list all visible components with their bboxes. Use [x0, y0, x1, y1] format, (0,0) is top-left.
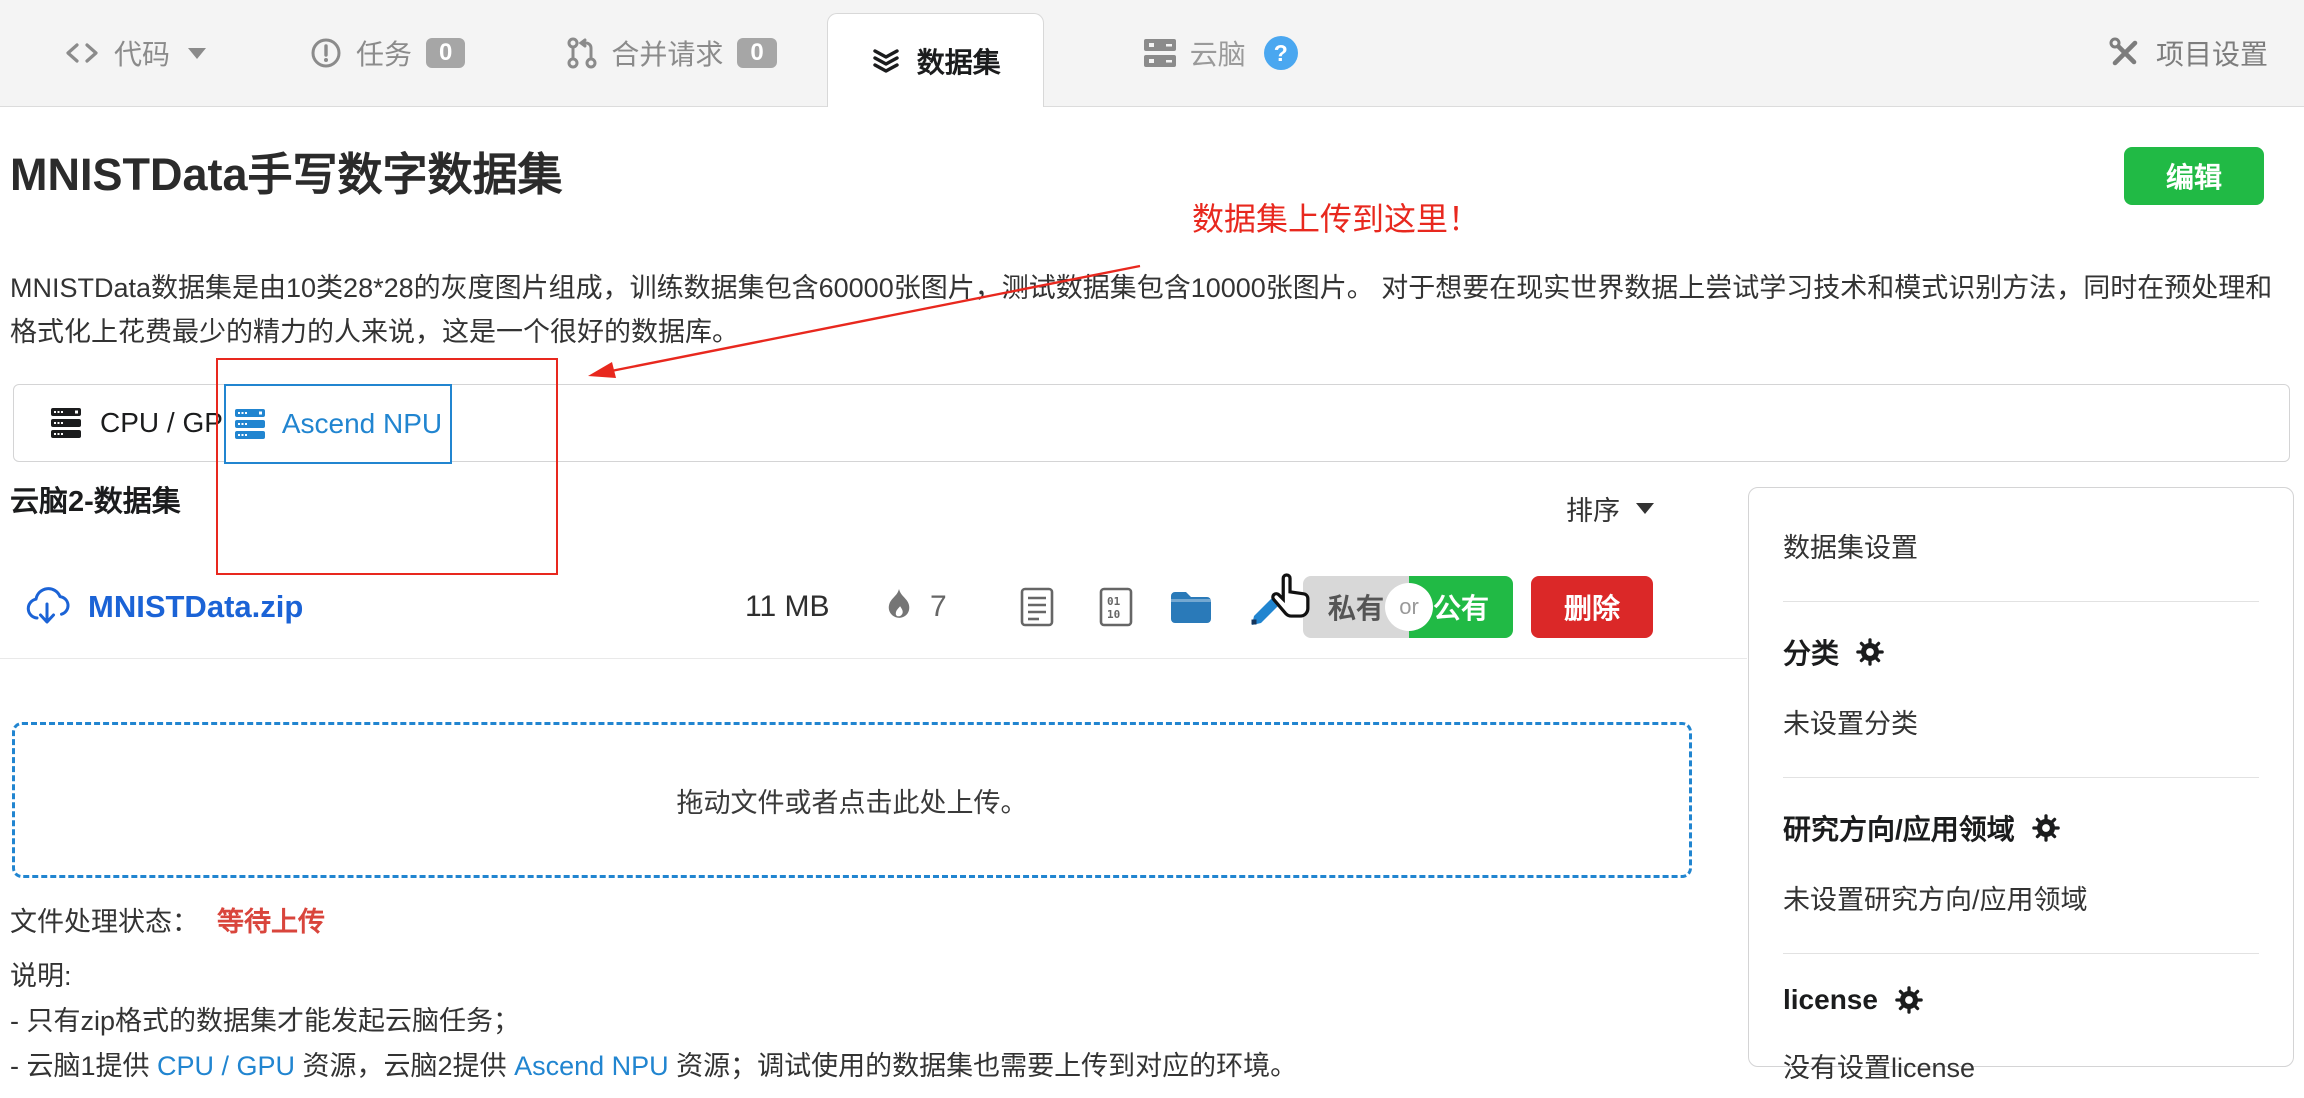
chevron-down-icon [188, 48, 206, 59]
upload-dropzone[interactable]: 拖动文件或者点击此处上传。 [12, 722, 1692, 878]
category-label-row: 分类 [1783, 632, 2259, 672]
nav-cloudbrain[interactable]: 云脑 ? [1144, 33, 1298, 73]
delete-button[interactable]: 删除 [1531, 576, 1653, 638]
nav-settings[interactable]: 项目设置 [2108, 33, 2268, 73]
svg-text:01: 01 [1107, 595, 1121, 608]
notes-line-1: - 只有zip格式的数据集才能发起云脑任务； [10, 999, 1297, 1044]
code-icon [64, 38, 100, 68]
divider [1783, 953, 2259, 954]
svg-text:10: 10 [1107, 608, 1120, 621]
page-title: MNISTData手写数字数据集 [10, 138, 563, 203]
nav-issues[interactable]: 任务 0 [310, 33, 465, 73]
cloud-download-icon [24, 587, 70, 627]
dataset-file-row: MNISTData.zip 11 MB 7 01 10 [0, 556, 1747, 659]
sidebar-title: 数据集设置 [1783, 526, 2259, 565]
dropzone-hint: 拖动文件或者点击此处上传。 [677, 781, 1028, 820]
file-status-line: 文件处理状态： 等待上传 [10, 900, 325, 939]
notes-line-2: - 云脑1提供 CPU / GPU 资源，云脑2提供 Ascend NPU 资源… [10, 1044, 1297, 1089]
nav-code[interactable]: 代码 [64, 33, 206, 73]
license-value: 没有设置license [1783, 1046, 2259, 1085]
status-label: 文件处理状态： [10, 907, 199, 937]
license-label-row: license [1783, 984, 2259, 1016]
annotation-text: 数据集上传到这里！ [1192, 194, 1480, 240]
nav-code-label: 代码 [114, 33, 170, 73]
tools-icon [2108, 36, 2142, 70]
section-title: 云脑2-数据集 [10, 478, 181, 520]
dataset-stack-icon [870, 45, 902, 77]
file-download-link[interactable]: MNISTData.zip [24, 587, 303, 627]
issues-count-badge: 0 [426, 38, 465, 68]
category-value: 未设置分类 [1783, 702, 2259, 741]
cpu-gpu-link[interactable]: CPU / GPU [157, 1051, 295, 1081]
notes-title: 说明: [10, 954, 1297, 999]
research-label-row: 研究方向/应用领域 [1783, 808, 2259, 848]
pull-request-icon [565, 36, 597, 70]
nav-pulls[interactable]: 合并请求 0 [565, 33, 776, 73]
nav-issues-label: 任务 [356, 33, 412, 73]
nav-pulls-label: 合并请求 [611, 33, 723, 73]
dataset-page: 代码 任务 0 合并请求 0 [0, 0, 2304, 1098]
nav-cloudbrain-label: 云脑 [1190, 33, 1246, 73]
file-info-icon[interactable] [1018, 586, 1056, 628]
tab-datasets-label: 数据集 [917, 41, 1001, 81]
folder-icon[interactable] [1168, 588, 1214, 626]
category-label: 分类 [1783, 632, 1839, 672]
chevron-down-icon [1636, 503, 1654, 514]
tab-datasets-active[interactable]: 数据集 [827, 13, 1044, 107]
tab-ascend-npu[interactable]: Ascend NPU [224, 384, 452, 464]
research-label: 研究方向/应用领域 [1783, 808, 2015, 848]
notes-line2-prefix: - 云脑1提供 [10, 1051, 157, 1081]
binary-file-icon[interactable]: 01 10 [1097, 586, 1135, 628]
device-tab-bar: CPU / GPU Ascend NPU [13, 384, 2290, 462]
help-icon[interactable]: ? [1264, 36, 1298, 70]
issue-icon [310, 37, 342, 69]
research-value: 未设置研究方向/应用领域 [1783, 878, 2259, 917]
status-value: 等待上传 [217, 907, 325, 937]
divider [1783, 777, 2259, 778]
fire-icon [884, 588, 914, 626]
gear-icon[interactable] [2031, 813, 2061, 843]
edit-button[interactable]: 编辑 [2124, 147, 2264, 205]
gear-icon[interactable] [1855, 637, 1885, 667]
tab-ascend-npu-label: Ascend NPU [282, 408, 442, 440]
download-count: 7 [930, 590, 947, 624]
or-badge: or [1385, 583, 1433, 631]
server-rack-icon [50, 407, 84, 439]
ascend-npu-link[interactable]: Ascend NPU [514, 1051, 669, 1081]
divider [1783, 601, 2259, 602]
notes: 说明: - 只有zip格式的数据集才能发起云脑任务； - 云脑1提供 CPU /… [10, 954, 1297, 1089]
server-rack-icon [234, 408, 268, 440]
download-heat: 7 [884, 588, 947, 626]
dataset-description: MNISTData数据集是由10类28*28的灰度图片组成，训练数据集包含600… [10, 266, 2294, 354]
license-label: license [1783, 984, 1878, 1016]
sort-label: 排序 [1566, 489, 1620, 528]
server-icon [1144, 38, 1176, 68]
nav-settings-label: 项目设置 [2156, 33, 2268, 73]
sort-dropdown[interactable]: 排序 [1566, 489, 1654, 528]
file-name: MNISTData.zip [88, 589, 303, 625]
pulls-count-badge: 0 [737, 38, 776, 68]
dataset-settings-panel: 数据集设置 分类 未设置分类 研究方向/应用领域 [1748, 487, 2294, 1067]
notes-line2-mid: 资源，云脑2提供 [295, 1051, 514, 1081]
edit-pencil-icon[interactable] [1246, 586, 1288, 628]
notes-line2-suffix: 资源；调试使用的数据集也需要上传到对应的环境。 [669, 1051, 1298, 1081]
file-size: 11 MB [745, 590, 829, 624]
tab-cpu-gpu-label: CPU / GPU [100, 407, 243, 439]
top-nav: 代码 任务 0 合并请求 0 [0, 0, 2304, 107]
gear-icon[interactable] [1894, 985, 1924, 1015]
